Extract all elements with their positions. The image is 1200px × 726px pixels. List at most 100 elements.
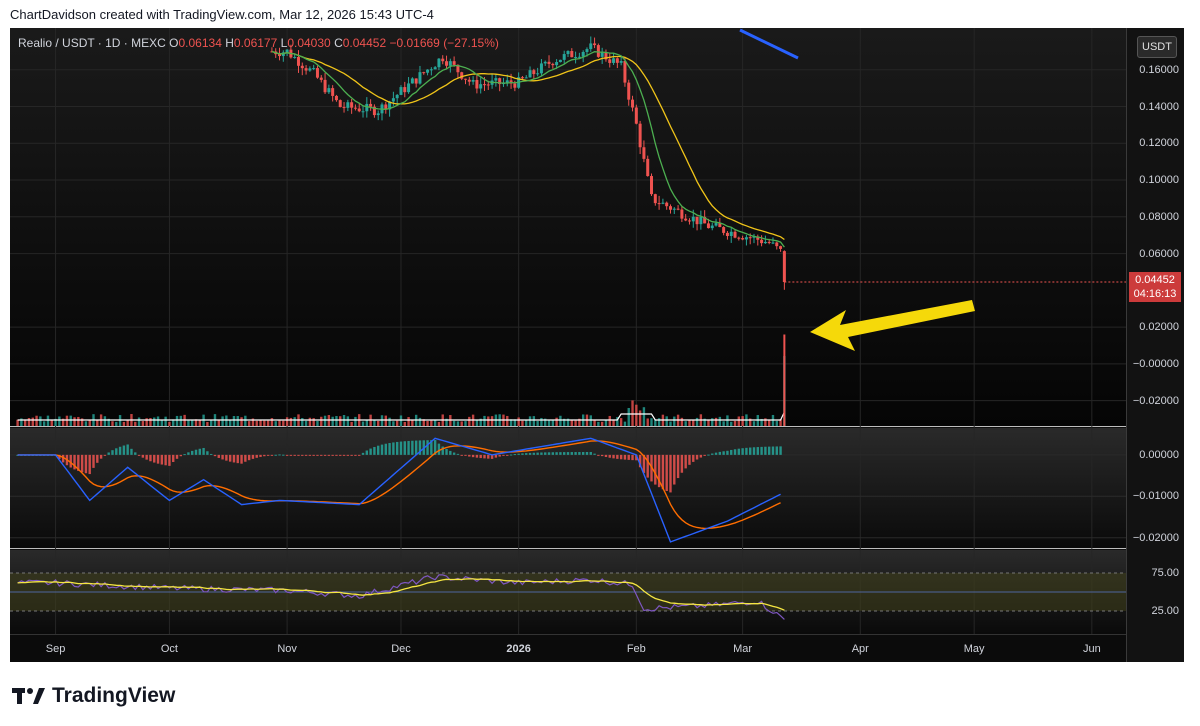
- volume-bar: [96, 420, 99, 426]
- macd-histogram-bar: [684, 454, 687, 469]
- volume-bar: [58, 416, 61, 426]
- candle-body: [361, 111, 365, 113]
- bar-countdown: 04:16:13: [1133, 288, 1177, 300]
- candle-body: [346, 102, 350, 108]
- macd-histogram-bar: [456, 453, 460, 455]
- macd-histogram-bar: [175, 454, 179, 459]
- volume-bar: [654, 419, 657, 426]
- candle-body: [293, 57, 297, 59]
- volume-bar: [399, 415, 403, 426]
- macd-histogram-bar: [342, 454, 346, 456]
- candle-body: [650, 176, 654, 195]
- volume-bar: [623, 421, 627, 426]
- last-price-value: 0.04452: [1135, 274, 1175, 286]
- macd-histogram-bar: [160, 454, 164, 465]
- time-tick-label: Feb: [626, 643, 646, 655]
- macd-histogram-bar: [426, 440, 429, 455]
- candle-body: [513, 83, 517, 88]
- candle-body: [308, 68, 312, 71]
- volume-bar: [673, 416, 676, 426]
- volume-bar: [536, 420, 539, 426]
- tradingview-footer[interactable]: TradingView: [12, 684, 175, 708]
- macd-histogram-bar: [380, 444, 384, 455]
- macd-histogram-bar: [361, 452, 365, 455]
- candle-body: [418, 72, 422, 84]
- price-axis[interactable]: USDT 0.04452 04:16:13 0.16000 0.14000 0.12…: [1126, 28, 1184, 662]
- volume-bar: [430, 420, 433, 426]
- symbol-name[interactable]: Realio / USDT · 1D · MEXC: [18, 36, 166, 50]
- volume-bar: [335, 415, 338, 426]
- price-tick-label: 0.06000: [1139, 247, 1179, 260]
- macd-histogram-bar: [775, 446, 778, 455]
- currency-button[interactable]: USDT: [1137, 36, 1177, 58]
- macd-histogram-bar: [627, 454, 630, 460]
- candle-body: [410, 78, 414, 84]
- macd-histogram-bar: [172, 454, 175, 462]
- macd-histogram-bar: [156, 454, 160, 464]
- candle-body: [775, 242, 779, 247]
- candle-body: [479, 84, 483, 89]
- volume-bar: [263, 420, 266, 426]
- volume-bar: [373, 420, 376, 426]
- volume-bar: [126, 420, 129, 426]
- macd-histogram-bar: [600, 454, 604, 457]
- brand-name: TradingView: [52, 684, 176, 707]
- time-tick-label: Oct: [160, 643, 178, 655]
- macd-histogram-bar: [521, 453, 524, 455]
- macd-histogram-bar: [745, 447, 748, 455]
- volume-bar: [77, 416, 80, 426]
- volume-bar: [528, 416, 532, 426]
- volume-bar: [506, 415, 509, 426]
- macd-histogram-bar: [153, 454, 156, 463]
- macd-histogram-bar: [126, 444, 129, 455]
- volume-bar: [532, 416, 536, 426]
- candle-body: [536, 73, 540, 75]
- macd-histogram-bar: [703, 454, 706, 456]
- volume-bar: [559, 415, 562, 426]
- macd-histogram-bar: [517, 453, 520, 455]
- macd-histogram-bar: [278, 454, 281, 456]
- candle-body: [338, 100, 342, 108]
- candle-body: [433, 67, 437, 70]
- volume-bar: [638, 410, 642, 426]
- macd-histogram-bar: [604, 454, 608, 458]
- macd-tick-label: −0.02000: [1132, 531, 1179, 544]
- volume-bar: [323, 415, 327, 426]
- macd-histogram-bar: [407, 440, 410, 455]
- macd-histogram-bar: [464, 454, 467, 456]
- volume-bar: [460, 421, 463, 426]
- volume-bar: [255, 420, 258, 426]
- volume-bar: [752, 421, 756, 426]
- volume-bar: [456, 421, 460, 426]
- macd-histogram-bar: [358, 454, 361, 456]
- macd-histogram-bar: [236, 454, 239, 464]
- macd-histogram-bar: [107, 452, 110, 455]
- candle-body: [342, 107, 346, 109]
- time-tick-label: May: [963, 643, 985, 655]
- macd-histogram-bar: [612, 454, 615, 459]
- attribution-header: ChartDavidson created with TradingView.c…: [10, 7, 434, 22]
- macd-histogram-bar: [346, 454, 350, 456]
- volume-bar: [73, 417, 76, 426]
- chart-frame[interactable]: Realio / USDT · 1D · MEXC O0.06134 H0.06…: [10, 28, 1184, 662]
- macd-histogram-bar: [327, 454, 331, 456]
- macd-histogram-bar: [80, 454, 84, 473]
- candle-body: [482, 84, 486, 86]
- volume-bar: [145, 418, 148, 426]
- macd-histogram-bar: [209, 453, 213, 455]
- candle-body: [547, 61, 551, 64]
- macd-histogram-bar: [84, 454, 88, 474]
- macd-histogram-bar: [695, 454, 699, 460]
- volume-bar: [608, 415, 611, 426]
- candle-body: [528, 70, 532, 78]
- volume-bar: [487, 416, 490, 426]
- time-axis[interactable]: Sep Oct Nov Dec 2026 Feb Mar Apr May Jun: [10, 634, 1126, 662]
- macd-histogram-bar: [707, 454, 710, 456]
- candle-body: [543, 61, 547, 64]
- macd-histogram-bar: [711, 453, 714, 455]
- rsi-tick-label: 25.00: [1151, 605, 1179, 617]
- candle-body: [357, 108, 361, 112]
- price-tick-label: 0.08000: [1139, 210, 1179, 223]
- macd-histogram-bar: [118, 446, 122, 455]
- candle-body: [429, 69, 433, 71]
